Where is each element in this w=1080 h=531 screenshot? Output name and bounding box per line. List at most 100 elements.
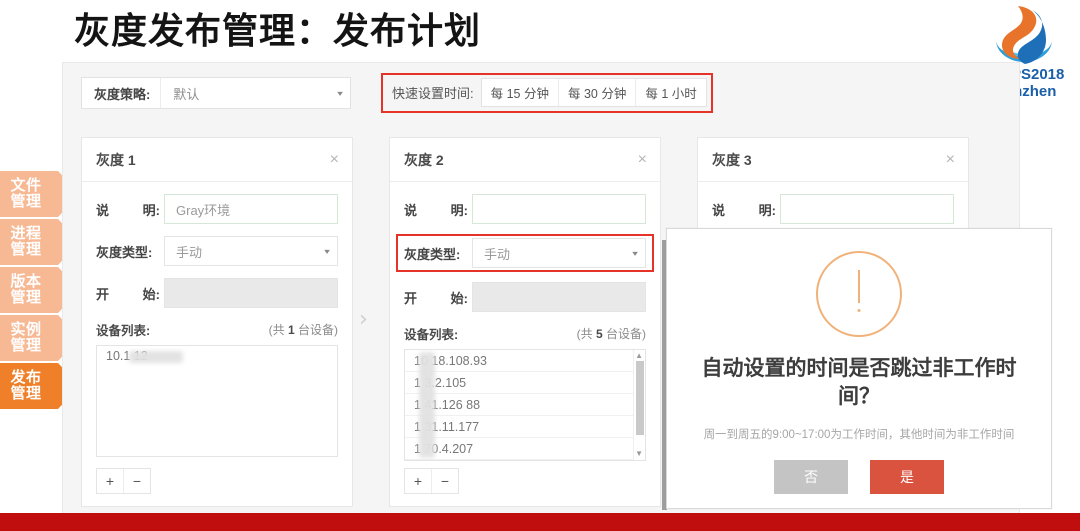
start-time-field-row: 开 始: <box>404 282 646 312</box>
footer-band <box>0 513 1080 531</box>
confirm-dialog: 自动设置的时间是否跳过非工作时间？ 周一到周五的9:00~17:00为工作时间，… <box>666 228 1052 509</box>
description-input[interactable] <box>780 194 954 224</box>
description-input[interactable] <box>472 194 646 224</box>
gray-strategy-value: 默认 <box>173 86 200 102</box>
device-list-header: 设备列表: (共 5 台设备) <box>404 324 646 343</box>
device-list[interactable]: 10.1 12 <box>96 345 338 457</box>
quickset-15min-button[interactable]: 每 15 分钟 <box>481 79 559 106</box>
scroll-down-icon[interactable]: ▼ <box>635 450 643 458</box>
toolbar: 灰度策略: 默认 ▾ 快速设置时间: 每 15 分钟 每 30 分钟 每 1 小… <box>63 63 1019 121</box>
start-time-input[interactable] <box>472 282 646 312</box>
nav-label-line2: 管理 <box>10 193 42 210</box>
card-body: 说 明: <box>698 182 968 224</box>
description-input[interactable]: Gray环境 <box>164 194 338 224</box>
quick-set-time-buttons: 每 15 分钟 每 30 分钟 每 1 小时 <box>480 78 707 107</box>
gray-type-select[interactable]: 手动 ▾ <box>164 236 338 266</box>
scrollbar-thumb[interactable] <box>636 361 644 435</box>
device-list-header: 设备列表: (共 1 台设备) <box>96 320 338 339</box>
card-title: 灰度 1 <box>96 151 136 168</box>
card-body: 说 明: 灰度类型: 手动 ▾ 开 始: 设备列表: (共 5 台设备) 10 … <box>390 182 660 461</box>
gray-type-label: 灰度类型: <box>96 244 153 260</box>
close-icon[interactable]: × <box>946 151 955 168</box>
gray-strategy-field[interactable]: 灰度策略: 默认 ▾ <box>81 77 351 109</box>
remove-device-button[interactable]: − <box>432 469 458 493</box>
list-item[interactable]: 10 18.108.93 <box>405 350 645 372</box>
start-time-input[interactable] <box>164 278 338 308</box>
nav-label-line1: 进程 <box>10 224 42 242</box>
dialog-yes-button[interactable]: 是 <box>870 459 944 494</box>
description-value: Gray环境 <box>176 202 231 218</box>
card-header: 灰度 2 × <box>390 138 660 182</box>
add-device-button[interactable]: + <box>97 469 124 493</box>
nav-label-line1: 实例 <box>10 320 42 338</box>
dialog-no-button[interactable]: 否 <box>774 459 848 494</box>
start-time-field-row: 开 始: <box>96 278 338 308</box>
dialog-title: 自动设置的时间是否跳过非工作时间？ <box>701 357 1017 409</box>
gray-type-value: 手动 <box>176 244 203 260</box>
nav-item-file-management[interactable]: 文件 管理 <box>0 170 80 218</box>
device-count: (共 5 台设备) <box>576 327 646 341</box>
device-list-label: 设备列表: <box>404 328 459 342</box>
gray-strategy-select[interactable]: 默认 ▾ <box>160 78 350 108</box>
add-device-button[interactable]: + <box>405 469 432 493</box>
page-title: 灰度发布管理：发布计划 <box>74 10 482 51</box>
description-field-row: 说 明: Gray环境 <box>96 194 338 224</box>
nav-label-line2: 管理 <box>10 337 42 354</box>
nav-label-line1: 文件 <box>10 176 42 194</box>
chevron-down-icon: ▾ <box>324 246 330 256</box>
device-count: (共 1 台设备) <box>268 323 338 337</box>
start-time-label: 开 始: <box>96 286 160 302</box>
device-list-label: 设备列表: <box>96 324 151 338</box>
list-item[interactable]: 1 31.11.177 <box>405 416 645 438</box>
quickset-1hour-button[interactable]: 每 1 小时 <box>636 79 706 106</box>
remove-device-button[interactable]: − <box>124 469 150 493</box>
gray-type-value: 手动 <box>484 246 511 262</box>
scroll-up-icon[interactable]: ▲ <box>635 352 643 360</box>
card-title: 灰度 3 <box>712 151 752 168</box>
redaction-mask <box>419 352 435 458</box>
add-remove-button-group: + − <box>404 468 459 494</box>
chevron-down-icon: ▾ <box>632 248 638 258</box>
gray-stage-card-1: 灰度 1 × 说 明: Gray环境 灰度类型: 手动 ▾ 开 始: 设备列表:… <box>81 137 353 507</box>
nav-label-line1: 版本 <box>10 272 42 290</box>
gray-type-field-row-highlighted: 灰度类型: 手动 ▾ <box>396 234 654 272</box>
description-field-row: 说 明: <box>404 194 646 224</box>
gray-strategy-label: 灰度策略: <box>94 86 151 102</box>
list-item[interactable]: 1 3.2.105 <box>405 372 645 394</box>
description-label: 说 明: <box>96 202 160 218</box>
quick-set-time-group: 快速设置时间: 每 15 分钟 每 30 分钟 每 1 小时 <box>381 73 713 113</box>
nav-item-instance-management[interactable]: 实例 管理 <box>0 314 80 362</box>
list-item[interactable]: 1 41.126 88 <box>405 394 645 416</box>
close-icon[interactable]: × <box>330 151 339 168</box>
list-item[interactable]: 1 70.4.207 <box>405 438 645 460</box>
add-remove-button-group: + − <box>96 468 151 494</box>
warning-icon-dot <box>857 309 861 312</box>
card-title: 灰度 2 <box>404 151 444 168</box>
gray-type-select[interactable]: 手动 ▾ <box>472 238 646 268</box>
description-label: 说 明: <box>712 202 776 218</box>
description-field-row: 说 明: <box>712 194 954 224</box>
card-body: 说 明: Gray环境 灰度类型: 手动 ▾ 开 始: 设备列表: (共 1 台… <box>82 182 352 457</box>
nav-item-version-management[interactable]: 版本 管理 <box>0 266 80 314</box>
close-icon[interactable]: × <box>638 151 647 168</box>
nav-label-line1: 发布 <box>10 368 42 386</box>
chevron-down-icon: ▾ <box>337 88 343 98</box>
nav-label-line2: 管理 <box>10 385 42 402</box>
start-time-label: 开 始: <box>404 290 468 306</box>
nav-label-line2: 管理 <box>10 289 42 306</box>
next-stage-chevron-icon[interactable]: › <box>359 307 368 332</box>
nav-label-line2: 管理 <box>10 241 42 258</box>
device-list[interactable]: 10 18.108.93 1 3.2.105 1 41.126 88 1 31.… <box>404 349 646 461</box>
dialog-subtitle: 周一到周五的9:00~17:00为工作时间，其他时间为非工作时间 <box>703 428 1015 441</box>
list-item[interactable]: 10.1 12 <box>97 346 337 366</box>
device-list-scrollbar[interactable]: ▲ ▼ <box>633 350 645 460</box>
quickset-30min-button[interactable]: 每 30 分钟 <box>558 79 637 106</box>
card-header: 灰度 1 × <box>82 138 352 182</box>
gray-type-label: 灰度类型: <box>404 246 461 262</box>
gray-type-field-row: 灰度类型: 手动 ▾ <box>96 236 338 266</box>
warning-icon <box>816 251 902 337</box>
nav-item-process-management[interactable]: 进程 管理 <box>0 218 80 266</box>
nav-item-release-management[interactable]: 发布 管理 <box>0 362 80 410</box>
redaction-mask <box>129 351 183 363</box>
dialog-buttons: 否 是 <box>667 459 1051 494</box>
